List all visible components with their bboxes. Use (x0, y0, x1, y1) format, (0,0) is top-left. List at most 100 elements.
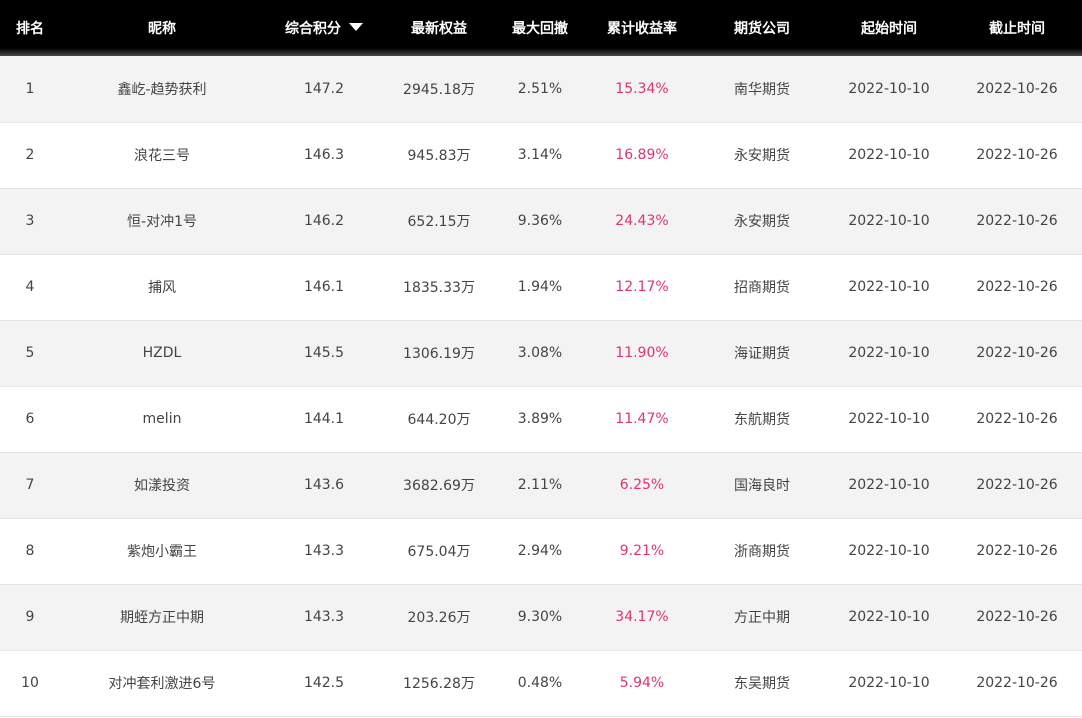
cell-company: 东吴期货 (734, 676, 790, 692)
nickname-link[interactable]: melin (143, 411, 182, 427)
cell-nickname: 恒-对冲1号 (60, 188, 264, 254)
cell-company: 永安期货 (734, 214, 790, 230)
table-row[interactable]: 1 鑫屹-趋势获利 147.2 2945.18万 2.51% 15.34% 南华… (0, 56, 1082, 122)
nickname-link[interactable]: 紫炮小霸王 (127, 544, 197, 560)
header-company[interactable]: 期货公司 (698, 0, 826, 56)
header-row: 排名 昵称 综合积分 最新权益 最大回撤 累计收益率 期货公司 起始时间 截止时… (0, 0, 1082, 56)
table-row[interactable]: 6 melin 144.1 644.20万 3.89% 11.47% 东航期货 … (0, 386, 1082, 452)
cell-return-rate: 12.17% (615, 279, 669, 295)
table-row[interactable]: 4 捕风 146.1 1835.33万 1.94% 12.17% 招商期货 20… (0, 254, 1082, 320)
cell-end-time: 2022-10-26 (976, 543, 1058, 559)
nickname-link[interactable]: 恒-对冲1号 (127, 214, 197, 230)
cell-end-time: 2022-10-26 (976, 345, 1058, 361)
table-row[interactable]: 9 期蛭方正中期 143.3 203.26万 9.30% 34.17% 方正中期… (0, 584, 1082, 650)
cell-score: 146.3 (303, 147, 345, 163)
cell-return-rate: 16.89% (615, 147, 669, 163)
cell-rank: 3 (25, 213, 35, 229)
cell-equity: 644.20万 (407, 412, 471, 428)
cell-equity: 3682.69万 (403, 478, 475, 494)
cell-nickname: 鑫屹-趋势获利 (60, 56, 264, 122)
cell-start-time: 2022-10-10 (848, 675, 930, 691)
table-row[interactable]: 3 恒-对冲1号 146.2 652.15万 9.36% 24.43% 永安期货… (0, 188, 1082, 254)
table-row[interactable]: 8 紫炮小霸王 143.3 675.04万 2.94% 9.21% 浙商期货 2… (0, 518, 1082, 584)
cell-end-time: 2022-10-26 (976, 213, 1058, 229)
header-end-time[interactable]: 截止时间 (952, 0, 1082, 56)
cell-nickname: 期蛭方正中期 (60, 584, 264, 650)
cell-return-rate: 11.90% (615, 345, 669, 361)
header-return-rate[interactable]: 累计收益率 (586, 0, 698, 56)
table-header: 排名 昵称 综合积分 最新权益 最大回撤 累计收益率 期货公司 起始时间 截止时… (0, 0, 1082, 56)
cell-equity: 2945.18万 (403, 81, 475, 98)
cell-drawdown: 9.30% (517, 609, 563, 625)
cell-score: 143.3 (303, 543, 345, 559)
header-rank[interactable]: 排名 (0, 0, 60, 56)
header-score-label: 综合积分 (285, 21, 341, 37)
cell-drawdown: 2.11% (517, 477, 563, 493)
cell-rank: 8 (25, 543, 35, 559)
cell-company: 招商期货 (734, 280, 790, 296)
cell-rank: 5 (25, 345, 35, 361)
nickname-link[interactable]: 鑫屹-趋势获利 (117, 82, 206, 98)
cell-company: 南华期货 (734, 81, 790, 98)
cell-equity: 1835.33万 (403, 280, 475, 296)
cell-end-time: 2022-10-26 (976, 279, 1058, 295)
cell-nickname: 浪花三号 (60, 122, 264, 188)
cell-score: 143.3 (303, 609, 345, 625)
cell-start-time: 2022-10-10 (848, 213, 930, 229)
cell-start-time: 2022-10-10 (848, 279, 930, 295)
cell-equity: 652.15万 (407, 214, 471, 230)
cell-end-time: 2022-10-26 (976, 411, 1058, 427)
nickname-link[interactable]: 对冲套利激进6号 (109, 676, 216, 692)
nickname-link[interactable]: HZDL (143, 345, 182, 361)
cell-nickname: HZDL (60, 320, 264, 386)
cell-company: 浙商期货 (734, 544, 790, 560)
table-row[interactable]: 10 对冲套利激进6号 142.5 1256.28万 0.48% 5.94% 东… (0, 650, 1082, 716)
cell-start-time: 2022-10-10 (848, 80, 930, 97)
cell-company: 方正中期 (734, 610, 790, 626)
cell-return-rate: 6.25% (619, 477, 665, 493)
table-body: 1 鑫屹-趋势获利 147.2 2945.18万 2.51% 15.34% 南华… (0, 56, 1082, 716)
cell-score: 143.6 (303, 477, 345, 493)
header-drawdown[interactable]: 最大回撤 (494, 0, 586, 56)
table-row[interactable]: 7 如漾投资 143.6 3682.69万 2.11% 6.25% 国海良时 2… (0, 452, 1082, 518)
cell-end-time: 2022-10-26 (976, 80, 1058, 97)
cell-rank: 10 (21, 675, 39, 691)
cell-score: 147.2 (303, 80, 345, 97)
cell-nickname: 捕风 (60, 254, 264, 320)
header-nickname[interactable]: 昵称 (60, 0, 264, 56)
cell-rank: 1 (25, 80, 35, 97)
cell-equity: 203.26万 (407, 610, 471, 626)
cell-company: 永安期货 (734, 148, 790, 164)
nickname-link[interactable]: 期蛭方正中期 (120, 610, 204, 626)
cell-return-rate: 9.21% (619, 543, 665, 559)
cell-return-rate: 34.17% (615, 609, 669, 625)
header-equity[interactable]: 最新权益 (384, 0, 494, 56)
cell-start-time: 2022-10-10 (848, 543, 930, 559)
table-row[interactable]: 2 浪花三号 146.3 945.83万 3.14% 16.89% 永安期货 2… (0, 122, 1082, 188)
cell-rank: 9 (25, 609, 35, 625)
cell-nickname: 紫炮小霸王 (60, 518, 264, 584)
cell-end-time: 2022-10-26 (976, 477, 1058, 493)
cell-return-rate: 24.43% (615, 213, 669, 229)
cell-company: 国海良时 (734, 478, 790, 494)
cell-drawdown: 3.08% (517, 345, 563, 361)
cell-drawdown: 1.94% (517, 279, 563, 295)
cell-company: 东航期货 (734, 412, 790, 428)
nickname-link[interactable]: 捕风 (148, 280, 176, 296)
cell-start-time: 2022-10-10 (848, 609, 930, 625)
header-start-time[interactable]: 起始时间 (826, 0, 952, 56)
nickname-link[interactable]: 如漾投资 (134, 478, 190, 494)
header-score[interactable]: 综合积分 (264, 0, 384, 56)
ranking-table: 排名 昵称 综合积分 最新权益 最大回撤 累计收益率 期货公司 起始时间 截止时… (0, 0, 1082, 717)
sort-desc-triangle-icon[interactable] (349, 23, 363, 31)
cell-score: 145.5 (303, 345, 345, 361)
nickname-link[interactable]: 浪花三号 (134, 148, 190, 164)
table-row[interactable]: 5 HZDL 145.5 1306.19万 3.08% 11.90% 海证期货 … (0, 320, 1082, 386)
cell-nickname: melin (60, 386, 264, 452)
cell-score: 146.2 (303, 213, 345, 229)
cell-end-time: 2022-10-26 (976, 675, 1058, 691)
cell-equity: 1256.28万 (403, 676, 475, 692)
cell-nickname: 对冲套利激进6号 (60, 650, 264, 716)
cell-score: 142.5 (303, 675, 345, 691)
cell-drawdown: 3.89% (517, 411, 563, 427)
